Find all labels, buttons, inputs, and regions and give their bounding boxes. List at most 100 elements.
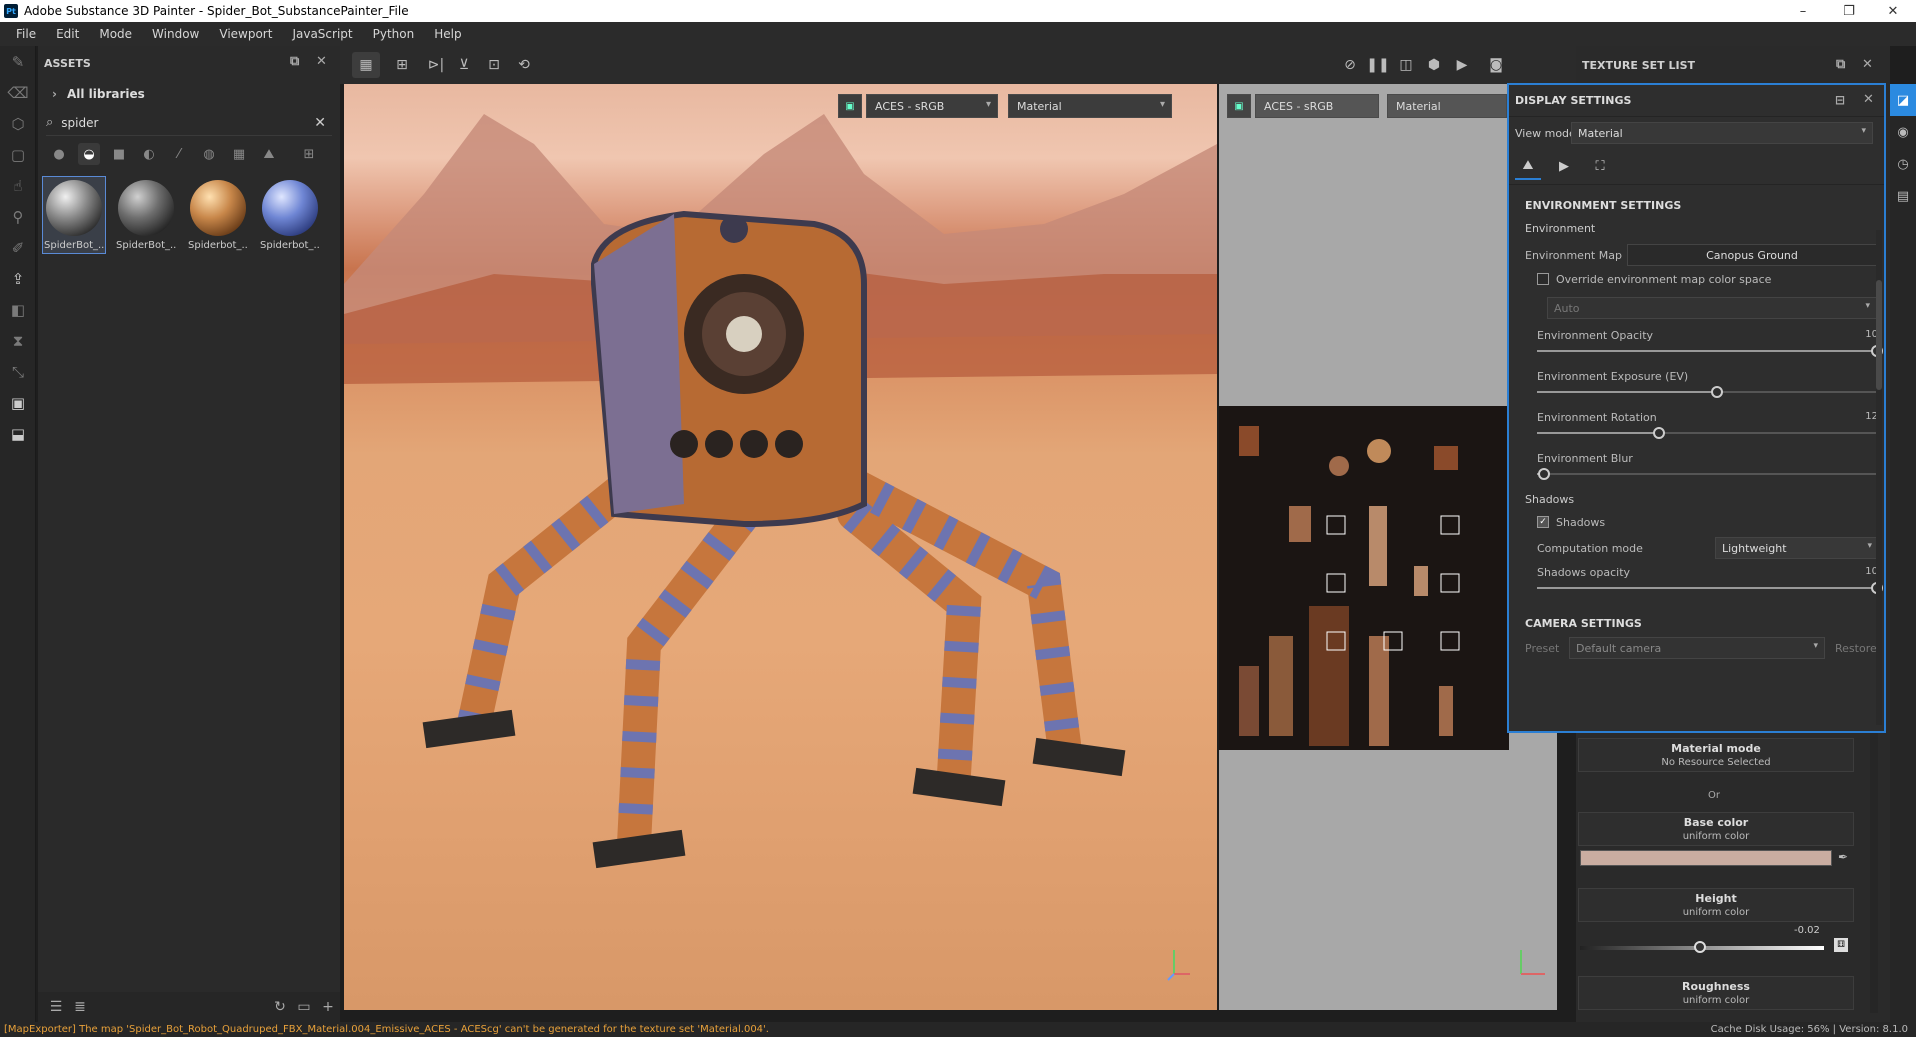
close-panel-icon[interactable]: ✕ <box>316 54 327 69</box>
dock-panel-icon[interactable]: ⊟ <box>1835 93 1845 107</box>
smudge-icon[interactable]: ☝ <box>0 170 36 201</box>
menu-help[interactable]: Help <box>424 27 471 41</box>
list-view-icon[interactable]: ☰ <box>44 992 68 1022</box>
search-input[interactable] <box>61 115 282 130</box>
environment-exposure-slider[interactable]: Environment Exposure (EV) <box>1537 366 1884 407</box>
channel-select-2d[interactable]: Material <box>1387 94 1507 118</box>
filter-all-icon[interactable]: ● <box>48 143 70 165</box>
roughness-box[interactable]: Roughness uniform color <box>1578 976 1854 1010</box>
environment-rotation-slider[interactable]: Environment Rotation 12 <box>1537 407 1884 448</box>
annotation-icon[interactable]: ▣ <box>0 387 36 418</box>
computation-mode-select[interactable]: Lightweight ▾ <box>1715 537 1879 559</box>
color-space-select[interactable]: Auto ▾ <box>1547 297 1877 319</box>
scrollbar-thumb[interactable] <box>1876 280 1882 390</box>
color-picker-icon[interactable]: ✐ <box>0 232 36 263</box>
height-box[interactable]: Height uniform color <box>1578 888 1854 922</box>
render-mode-icon[interactable]: ◫ <box>1392 52 1420 78</box>
display-settings-icon[interactable]: ◪ <box>1890 84 1916 116</box>
layout-single-icon[interactable]: ▦ <box>352 52 380 78</box>
float-panel-icon[interactable]: ⧉ <box>290 54 299 69</box>
display-settings-scrollbar[interactable] <box>1876 230 1882 725</box>
bake-icon[interactable]: ⇪ <box>0 263 36 294</box>
environment-blur-slider[interactable]: Environment Blur <box>1537 448 1884 489</box>
add-asset-icon[interactable]: + <box>316 992 340 1022</box>
view-mode-select[interactable]: Material ▾ <box>1571 122 1873 144</box>
new-folder-icon[interactable]: ▭ <box>292 992 316 1022</box>
scrollbar[interactable] <box>1870 733 1878 1013</box>
material-mode-box[interactable]: Material mode No Resource Selected <box>1578 738 1854 772</box>
error-message[interactable]: [MapExporter] The map 'Spider_Bot_Robot_… <box>0 1024 769 1035</box>
fit-view-icon[interactable]: ⊡ <box>480 52 508 78</box>
menu-window[interactable]: Window <box>142 27 209 41</box>
environment-opacity-slider[interactable]: Environment Opacity 10 <box>1537 325 1884 366</box>
symmetry-y-icon[interactable]: ⊻ <box>450 52 478 78</box>
filter-textures-icon[interactable]: ◍ <box>198 143 220 165</box>
asset-thumbnail[interactable]: SpiderBot_... <box>114 176 178 254</box>
symmetry-x-icon[interactable]: ⊳| <box>422 52 450 78</box>
environment-tab-icon[interactable]: ⛰ <box>1515 154 1541 180</box>
screenshot-icon[interactable]: ◙ <box>1482 52 1510 78</box>
measure-icon[interactable]: ⤡ <box>0 356 36 387</box>
random-seed-icon[interactable]: ⚅ <box>1834 938 1848 952</box>
colorspace-select-2d[interactable]: ACES - sRGB <box>1255 94 1379 118</box>
paint-brush-icon[interactable]: ✎ <box>0 46 36 77</box>
menu-viewport[interactable]: Viewport <box>209 27 282 41</box>
pause-icon[interactable]: ❚❚ <box>1364 52 1392 78</box>
menu-javascript[interactable]: JavaScript <box>282 27 362 41</box>
hide-icon[interactable]: ⊘ <box>1336 52 1364 78</box>
filter-alphas-icon[interactable]: ▦ <box>228 143 250 165</box>
slider-knob[interactable] <box>1653 427 1666 439</box>
close-window-button[interactable]: ✕ <box>1870 0 1916 22</box>
color-profile-icon[interactable]: ▣ <box>838 94 862 118</box>
history-icon[interactable]: ⟲ <box>510 52 538 78</box>
camera-tab-icon[interactable]: ▶ <box>1551 154 1577 180</box>
asset-thumbnail[interactable]: SpiderBot_... <box>42 176 106 254</box>
base-color-swatch[interactable] <box>1580 850 1832 866</box>
polygon-fill-icon[interactable]: ◧ <box>0 294 36 325</box>
transform-icon[interactable]: ⧗ <box>0 325 36 356</box>
color-profile-icon[interactable]: ▣ <box>1227 94 1251 118</box>
clear-search-icon[interactable]: ✕ <box>314 115 326 131</box>
filter-brushes-icon[interactable]: ⁄ <box>168 143 190 165</box>
slider-knob[interactable] <box>1537 468 1550 480</box>
clone-icon[interactable]: ⚲ <box>0 201 36 232</box>
channel-select-3d[interactable]: Material ▾ <box>1008 94 1172 118</box>
refresh-icon[interactable]: ↻ <box>268 992 292 1022</box>
shadows-checkbox[interactable]: ✓ <box>1537 516 1549 528</box>
geometry-mask-icon[interactable]: ▢ <box>0 139 36 170</box>
float-panel-icon[interactable]: ⧉ <box>1836 57 1845 72</box>
export-icon[interactable]: ⬓ <box>0 418 36 449</box>
restore-button[interactable]: Restore <box>1835 642 1877 655</box>
history-icon[interactable]: ◷ <box>1890 148 1916 180</box>
slider-knob[interactable] <box>1711 386 1724 398</box>
menu-edit[interactable]: Edit <box>46 27 89 41</box>
close-panel-icon[interactable]: ✕ <box>1862 57 1873 72</box>
colorspace-select-3d[interactable]: ACES - sRGB ▾ <box>866 94 998 118</box>
log-icon[interactable]: ▤ <box>1890 180 1916 212</box>
environment-map-select[interactable]: Canopus Ground <box>1627 244 1877 266</box>
close-panel-icon[interactable]: ✕ <box>1863 92 1874 107</box>
filter-smart-materials-icon[interactable]: ■ <box>108 143 130 165</box>
viewport-3d[interactable]: ▣ ACES - sRGB ▾ Material ▾ <box>344 84 1217 1010</box>
library-selector[interactable]: › All libraries <box>38 80 340 108</box>
menu-mode[interactable]: Mode <box>89 27 142 41</box>
layout-grid-icon[interactable]: ⊞ <box>388 52 416 78</box>
minimize-button[interactable]: – <box>1780 0 1826 22</box>
filter-materials-icon[interactable]: ◒ <box>78 143 100 165</box>
camera-preset-select[interactable]: Default camera ▾ <box>1569 637 1825 659</box>
camera-icon[interactable]: ▶ <box>1448 52 1476 78</box>
maximize-button[interactable]: ❐ <box>1826 0 1872 22</box>
override-checkbox[interactable] <box>1537 273 1549 285</box>
menu-file[interactable]: File <box>6 27 46 41</box>
viewport-tab-icon[interactable]: ⛶ <box>1587 154 1613 180</box>
eraser-icon[interactable]: ⌫ <box>0 77 36 108</box>
cube-icon[interactable]: ⬢ <box>1420 52 1448 78</box>
asset-thumbnail[interactable]: Spiderbot_... <box>258 176 322 254</box>
sort-icon[interactable]: ≣ <box>68 992 92 1022</box>
menu-python[interactable]: Python <box>363 27 425 41</box>
filter-masks-icon[interactable]: ◐ <box>138 143 160 165</box>
grid-view-icon[interactable]: ⊞ <box>298 143 320 165</box>
filter-environments-icon[interactable]: ⛰ <box>258 143 280 165</box>
asset-thumbnail[interactable]: Spiderbot_... <box>186 176 250 254</box>
shader-settings-icon[interactable]: ◉ <box>1890 116 1916 148</box>
